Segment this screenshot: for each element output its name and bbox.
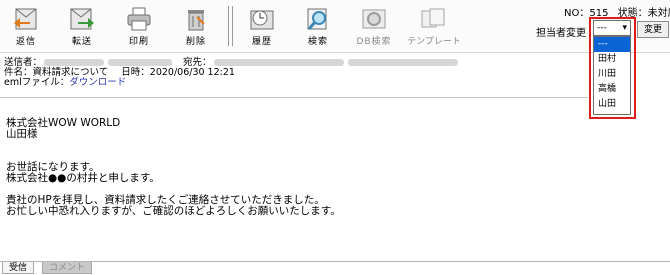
eml-label: emlファイル： <box>4 77 70 88</box>
db-search-icon <box>362 9 386 29</box>
header-divider <box>0 97 588 98</box>
date-value: 2020/06/30 12:21 <box>149 67 235 78</box>
owner-option[interactable]: 田村 <box>594 52 630 67</box>
template-icon <box>421 8 445 28</box>
template-button[interactable]: テンプレート <box>406 4 462 50</box>
history-icon <box>250 10 274 30</box>
tab-comment[interactable]: コメント <box>42 262 93 274</box>
toolbar-separator <box>228 6 233 46</box>
owner-select[interactable]: --- ▾ <box>593 20 631 36</box>
from-value-redacted <box>44 59 105 66</box>
owner-change-label: 担当者変更 <box>536 28 586 39</box>
owner-dropdown-list: --- 田村 川田 高橋 山田 <box>593 36 631 115</box>
template-label: テンプレート <box>407 37 461 47</box>
owner-option[interactable]: 川田 <box>594 67 630 82</box>
delete-label: 削除 <box>185 37 206 47</box>
owner-option[interactable]: --- <box>594 37 630 52</box>
eml-download-link[interactable]: ダウンロード <box>69 77 126 88</box>
owner-selected-value: --- <box>597 23 607 33</box>
reply-button[interactable]: 返信 <box>4 4 48 50</box>
print-label: 印刷 <box>128 37 149 47</box>
reply-icon <box>14 8 37 30</box>
trash-icon <box>188 10 205 31</box>
owner-option[interactable]: 山田 <box>594 97 630 112</box>
db-search-button[interactable]: DB検索 <box>352 4 396 50</box>
delete-button[interactable]: 削除 <box>174 4 218 50</box>
change-button[interactable]: 変更 <box>637 21 669 38</box>
tab-received[interactable]: 受信 <box>2 262 35 274</box>
search-button[interactable]: 検索 <box>296 4 340 50</box>
forward-label: 転送 <box>71 37 92 47</box>
bottom-tabs: 受信 コメント <box>0 261 670 275</box>
magnifier-icon <box>307 8 327 30</box>
history-button[interactable]: 履歴 <box>240 4 284 50</box>
printer-icon <box>127 7 151 31</box>
forward-button[interactable]: 転送 <box>60 4 104 50</box>
search-label: 検索 <box>307 37 328 47</box>
chevron-down-icon: ▾ <box>622 23 627 33</box>
from-address-redacted <box>108 59 173 66</box>
to-address-redacted <box>347 59 458 66</box>
owner-option[interactable]: 高橋 <box>594 82 630 97</box>
mail-body: 株式会社WOW WORLD 山田様 お世話になります。 株式会社●●の村井と申し… <box>6 117 341 217</box>
eml-row: emlファイル：ダウンロード <box>4 78 584 88</box>
forward-icon <box>70 8 94 30</box>
to-value-redacted <box>213 59 344 66</box>
history-label: 履歴 <box>251 37 272 47</box>
db-search-label: DB検索 <box>356 37 392 47</box>
reply-label: 返信 <box>15 37 36 47</box>
mail-header: 送信者： 宛先： 件名：資料請求について 日時：2020/06/30 12:21… <box>4 58 584 88</box>
print-button[interactable]: 印刷 <box>117 4 161 50</box>
